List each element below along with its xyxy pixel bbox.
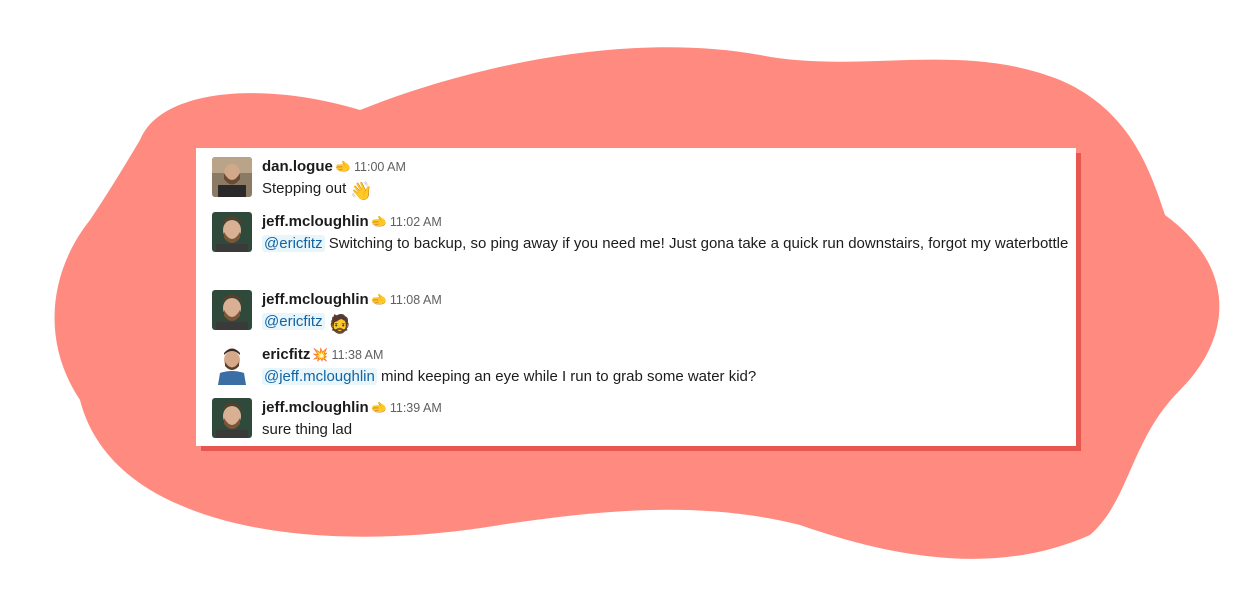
collision-icon: 💥: [312, 347, 329, 362]
username[interactable]: jeff.mcloughlin: [262, 399, 369, 416]
avatar[interactable]: [212, 157, 252, 197]
message-text: @ericfitz Switching to backup, so ping a…: [262, 235, 1069, 252]
username[interactable]: dan.logue: [262, 158, 333, 175]
user-mention[interactable]: @ericfitz: [262, 313, 325, 330]
timestamp[interactable]: 11:00 AM: [354, 160, 406, 174]
custom-face-emoji-icon: 🧔: [328, 314, 352, 334]
message-text: sure thing lad: [262, 421, 353, 438]
avatar[interactable]: [212, 398, 252, 438]
avatar[interactable]: [212, 345, 252, 385]
pointing-hand-icon: 🫲: [370, 292, 387, 307]
username[interactable]: jeff.mcloughlin: [262, 291, 369, 308]
message-text: @ericfitz 🧔: [262, 310, 1072, 336]
pointing-hand-icon: 🫲: [370, 400, 387, 415]
message-panel: dan.logue 🫲 11:00 AM Stepping out 👋 jeff.m…: [196, 148, 1076, 446]
avatar[interactable]: [212, 290, 252, 330]
timestamp[interactable]: 11:39 AM: [390, 401, 442, 415]
waving-hand-icon: 👋: [350, 181, 373, 201]
timestamp[interactable]: 11:08 AM: [390, 293, 442, 307]
username[interactable]: ericfitz: [262, 346, 310, 363]
timestamp[interactable]: 11:38 AM: [332, 348, 384, 362]
message-text: @jeff.mcloughlin mind keeping an eye whi…: [262, 368, 757, 385]
pointing-hand-icon: 🫲: [334, 159, 352, 174]
username[interactable]: jeff.mcloughlin: [262, 213, 369, 230]
user-mention[interactable]: @ericfitz: [262, 235, 325, 252]
pointing-hand-icon: 🫲: [370, 214, 387, 229]
user-mention[interactable]: @jeff.mcloughlin: [262, 368, 377, 385]
message-text: Stepping out 👋: [262, 180, 373, 201]
avatar[interactable]: [212, 212, 252, 252]
timestamp[interactable]: 11:02 AM: [390, 215, 442, 229]
